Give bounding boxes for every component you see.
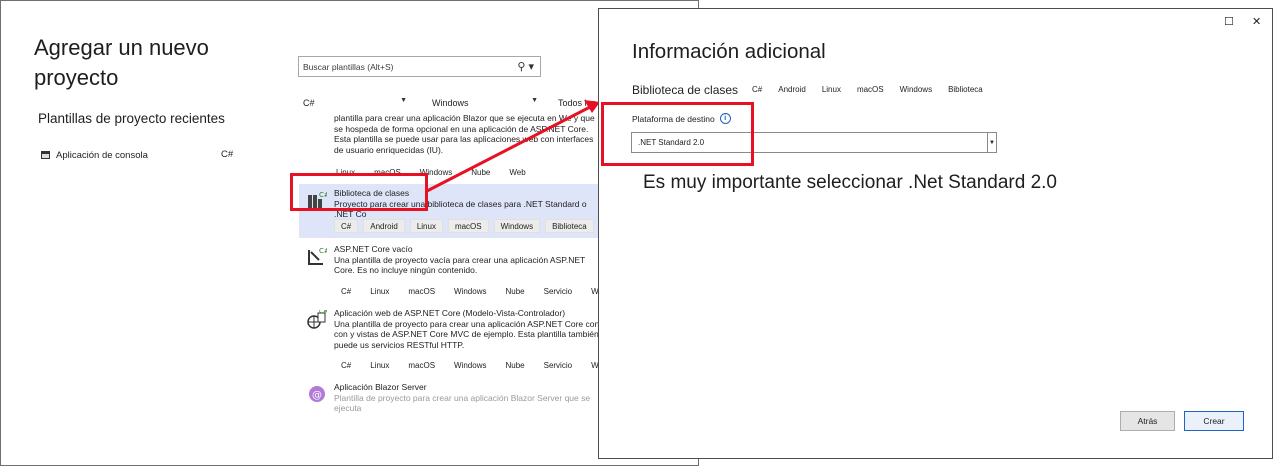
dialog-tags: C# Android Linux macOS Windows Bibliotec… [752,85,983,94]
annotation-highlight-box [601,102,754,166]
maximize-icon[interactable]: ☐ [1224,15,1234,28]
additional-info-window: ☐ ✕ Información adicional Biblioteca de … [598,8,1273,459]
dialog-title: Información adicional [632,40,826,63]
tag: Android [778,85,806,94]
tag: C# [752,85,763,94]
tag: Windows [899,85,933,94]
annotation-note: Es muy importante seleccionar .Net Stand… [643,172,1057,193]
close-icon[interactable]: ✕ [1252,15,1261,28]
back-button[interactable]: Atrás [1120,411,1175,431]
tag: macOS [856,85,884,94]
tag: Linux [821,85,841,94]
chevron-down-icon[interactable]: ▼ [987,133,996,152]
tag: Biblioteca [948,85,983,94]
dialog-subtitle: Biblioteca de clases [632,83,739,97]
create-button[interactable]: Crear [1184,411,1244,431]
